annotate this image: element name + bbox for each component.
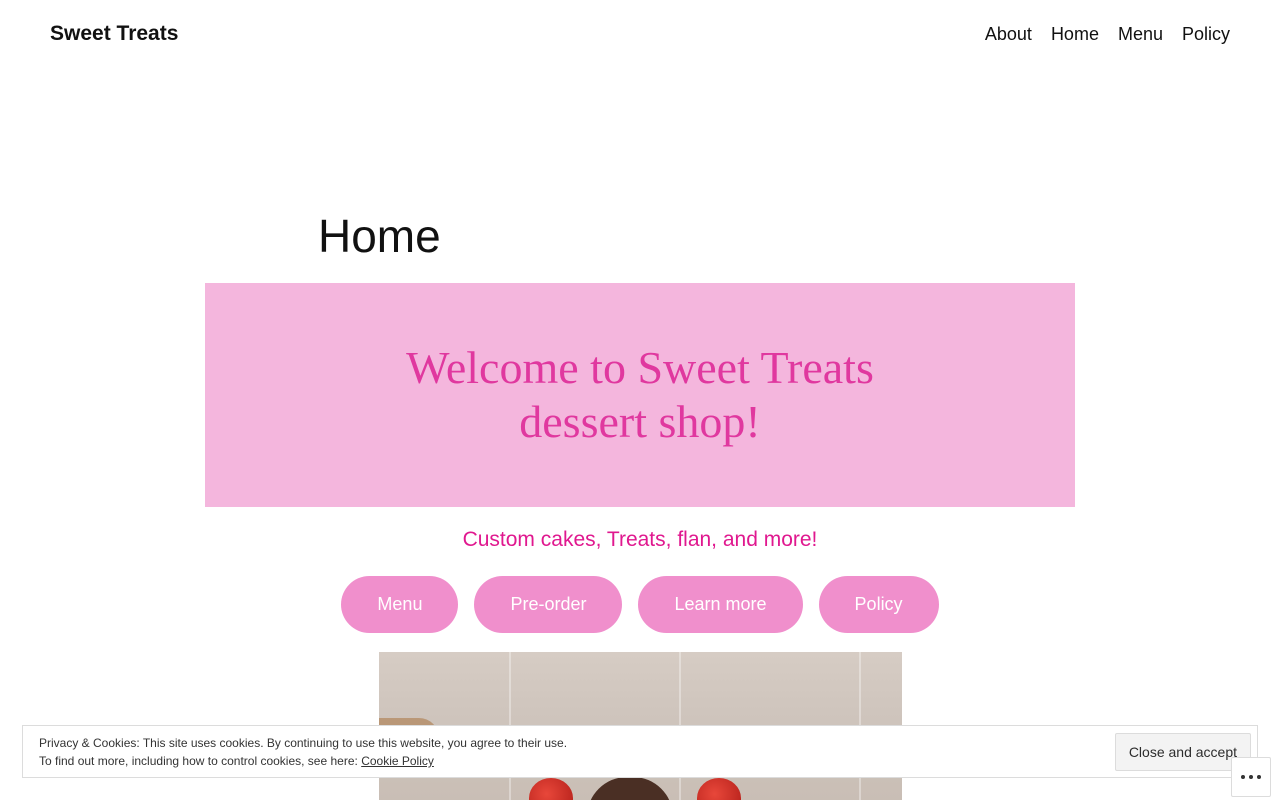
nav-item-home[interactable]: Home	[1051, 23, 1099, 45]
pre-order-button[interactable]: Pre-order	[474, 576, 623, 633]
photo-chocolate-cake	[587, 777, 673, 800]
cookie-banner: Privacy & Cookies: This site uses cookie…	[22, 725, 1258, 778]
nav-item-menu[interactable]: Menu	[1118, 23, 1163, 45]
cookie-banner-text: Privacy & Cookies: This site uses cookie…	[39, 734, 567, 770]
learn-more-button[interactable]: Learn more	[638, 576, 803, 633]
main-nav: About Home Menu Policy	[985, 23, 1230, 45]
ellipsis-icon	[1241, 775, 1261, 779]
photo-strawberry	[529, 778, 573, 800]
nav-item-about[interactable]: About	[985, 23, 1032, 45]
hero-banner: Welcome to Sweet Treats dessert shop!	[205, 283, 1075, 507]
nav-item-policy[interactable]: Policy	[1182, 23, 1230, 45]
photo-strawberry	[697, 778, 741, 800]
site-title-link[interactable]: Sweet Treats	[50, 21, 178, 47]
policy-button[interactable]: Policy	[818, 576, 939, 633]
cookie-banner-line-1: Privacy & Cookies: This site uses cookie…	[39, 736, 568, 750]
site-header: Sweet Treats About Home Menu Policy	[0, 0, 1280, 70]
cookie-banner-line-2: To find out more, including how to contr…	[39, 752, 567, 770]
menu-button[interactable]: Menu	[341, 576, 459, 633]
cookie-banner-line-2-prefix: To find out more, including how to contr…	[39, 754, 362, 768]
cookie-policy-link[interactable]: Cookie Policy	[361, 754, 434, 768]
tagline: Custom cakes, Treats, flan, and more!	[462, 528, 818, 551]
button-group: Menu Pre-order Learn more Policy	[0, 576, 1280, 633]
page-title: Home	[318, 210, 441, 262]
hero-heading: Welcome to Sweet Treats dessert shop!	[406, 342, 874, 447]
more-options-button[interactable]	[1231, 757, 1271, 797]
